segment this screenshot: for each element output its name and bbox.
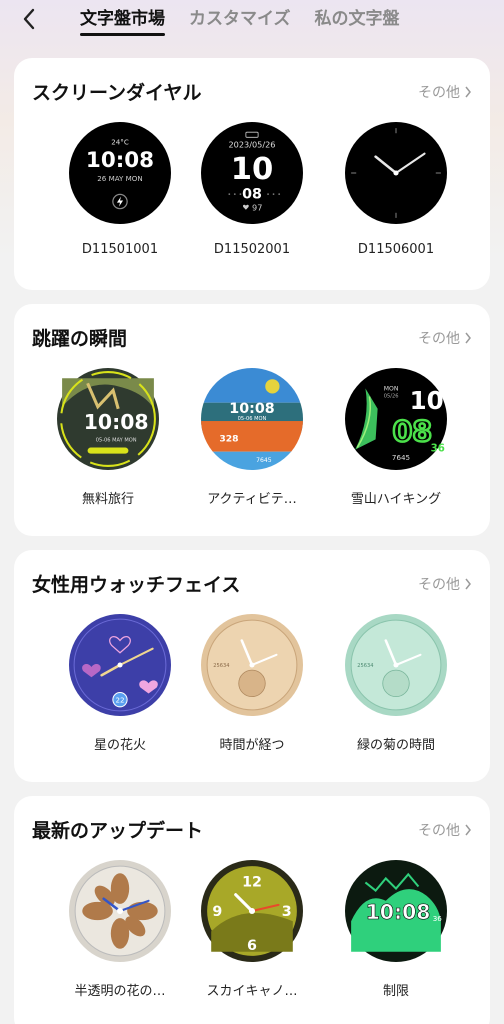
section-title: スクリーンダイヤル: [32, 82, 202, 104]
chevron-right-icon: [465, 332, 471, 344]
face-name: 星の花火: [93, 738, 146, 753]
face-date: 05-06 MAY MON: [96, 437, 137, 443]
watch-face-preview: 12 3 6 9: [201, 860, 303, 962]
watch-face-preview: 22: [69, 614, 171, 716]
watch-face-item[interactable]: 12 3 6 9 スカイキャノ…: [192, 860, 312, 999]
more-link[interactable]: その他: [418, 574, 472, 594]
watch-face-item[interactable]: 24°C 10:08 26 MAY MON D11501001: [60, 122, 180, 257]
watch-face-item[interactable]: 2023/05/26 10 08 • • • • • • 97 D1150200…: [192, 122, 312, 257]
chevron-right-icon: [465, 578, 471, 590]
face-time: 10:08: [366, 900, 431, 924]
face-day: MON: [384, 385, 399, 392]
watch-face-preview: 24°C 10:08 26 MAY MON: [69, 122, 171, 224]
svg-text:• • •: • • •: [266, 191, 281, 198]
face-time: 10:08: [86, 148, 154, 173]
watch-face-item[interactable]: 10:08 05-06 MAY MON 無料旅行: [48, 368, 168, 507]
face-steps: 7645: [392, 453, 410, 462]
section-title: 女性用ウォッチフェイス: [32, 574, 241, 596]
face-second: 36: [433, 914, 443, 923]
svg-text:6: 6: [247, 938, 257, 954]
face-name: スカイキャノ…: [206, 984, 298, 999]
section-title: 跳躍の瞬間: [32, 328, 128, 350]
face-name: 緑の菊の時間: [356, 738, 435, 753]
chevron-left-icon: [23, 8, 35, 30]
more-link[interactable]: その他: [418, 328, 472, 348]
more-label: その他: [418, 331, 460, 347]
top-bar: 文字盤市場 カスタマイズ 私の文字盤: [0, 0, 504, 44]
face-minute: 08: [392, 414, 432, 448]
face-name: D11502001: [213, 242, 291, 257]
face-name: 時間が経つ: [219, 738, 285, 753]
face-date: 26 MAY MON: [97, 174, 143, 183]
face-date: 05-06 MON: [238, 416, 267, 422]
watch-face-item[interactable]: 25634 時間が経つ: [192, 614, 312, 753]
face-row: 22 星の花火 25634 時間が経つ 25634 緑の菊の時間: [14, 614, 490, 764]
face-number: 22: [115, 696, 124, 705]
face-heart-rate: 97: [252, 203, 262, 213]
face-name: 無料旅行: [81, 492, 134, 507]
watch-face-item[interactable]: 10:08 05-06 MON 328 7645 アクティビテ…: [192, 368, 312, 507]
watch-face-preview: 25634: [201, 614, 303, 716]
face-row: 24°C 10:08 26 MAY MON D11501001 2023/05/…: [14, 122, 490, 272]
face-name: D11506001: [357, 242, 435, 257]
tab-customize[interactable]: カスタマイズ: [189, 6, 291, 36]
face-hour: 10: [231, 152, 274, 187]
face-minute: 08: [242, 187, 262, 203]
watch-face-preview: 10:08 05-06 MON 328 7645: [201, 368, 303, 470]
face-name: アクティビテ…: [207, 492, 297, 507]
face-temp: 24°C: [111, 137, 129, 146]
svg-text:9: 9: [212, 904, 222, 920]
face-time: 10:08: [84, 410, 149, 434]
face-name: 制限: [382, 984, 409, 999]
more-label: その他: [418, 823, 460, 839]
more-label: その他: [418, 577, 460, 593]
more-link[interactable]: その他: [418, 820, 472, 840]
watch-face-preview: 10:08 36: [345, 860, 447, 962]
face-time: 10:08: [229, 401, 274, 417]
face-name: 半透明の花の…: [74, 984, 166, 999]
watch-face-preview: 10:08 05-06 MAY MON: [57, 368, 159, 470]
tab-market[interactable]: 文字盤市場: [80, 6, 165, 36]
watch-face-preview: [69, 860, 171, 962]
face-steps: 7645: [256, 457, 272, 464]
watch-face-item[interactable]: 10:08 36 制限: [336, 860, 456, 999]
watch-face-item[interactable]: 22 星の花火: [60, 614, 180, 753]
watch-face-preview: 25634: [345, 614, 447, 716]
watch-face-item[interactable]: D11506001: [336, 122, 456, 257]
chevron-right-icon: [465, 86, 471, 98]
section-title: 最新のアップデート: [32, 820, 204, 842]
chevron-right-icon: [465, 824, 471, 836]
section-jump-moment: 跳躍の瞬間 その他 10:08 05-06 MAY MON 無料旅行 10:08…: [14, 304, 490, 536]
watch-face-item[interactable]: 25634 緑の菊の時間: [336, 614, 456, 753]
watch-face-preview: MON 05/26 10 08 36 7645: [345, 368, 447, 470]
watch-face-item[interactable]: MON 05/26 10 08 36 7645 雪山ハイキング: [336, 368, 456, 507]
watch-face-preview: 2023/05/26 10 08 • • • • • • 97: [201, 122, 303, 224]
section-latest-updates: 最新のアップデート その他 半透明の花の… 12 3 6 9 スカイキャノ… 1…: [14, 796, 490, 1024]
face-row: 10:08 05-06 MAY MON 無料旅行 10:08 05-06 MON…: [14, 368, 490, 518]
svg-text:• • •: • • •: [228, 191, 243, 198]
svg-text:12: 12: [242, 875, 262, 891]
face-hour: 10: [410, 386, 444, 415]
face-name: D11501001: [81, 242, 159, 257]
watch-face-item[interactable]: 半透明の花の…: [60, 860, 180, 999]
face-kcal: 328: [219, 433, 238, 444]
section-women-faces: 女性用ウォッチフェイス その他 22 星の花火 25634 時間が経つ 2563…: [14, 550, 490, 782]
more-label: その他: [418, 85, 460, 101]
face-row: 半透明の花の… 12 3 6 9 スカイキャノ… 10:08 36 制限: [14, 860, 490, 1010]
watch-face-preview: [345, 122, 447, 224]
back-button[interactable]: [14, 4, 44, 34]
svg-text:3: 3: [282, 904, 292, 920]
face-steps: 25634: [213, 663, 229, 669]
more-link[interactable]: その他: [418, 82, 472, 102]
tab-my-faces[interactable]: 私の文字盤: [315, 6, 400, 36]
section-screen-dial: スクリーンダイヤル その他 24°C 10:08 26 MAY MON D115…: [14, 58, 490, 290]
tab-bar: 文字盤市場 カスタマイズ 私の文字盤: [80, 6, 400, 36]
face-date: 2023/05/26: [228, 140, 275, 150]
face-date: 05/26: [384, 394, 399, 400]
face-second: 36: [431, 444, 445, 455]
face-steps: 25634: [357, 663, 373, 669]
face-name: 雪山ハイキング: [350, 492, 442, 507]
